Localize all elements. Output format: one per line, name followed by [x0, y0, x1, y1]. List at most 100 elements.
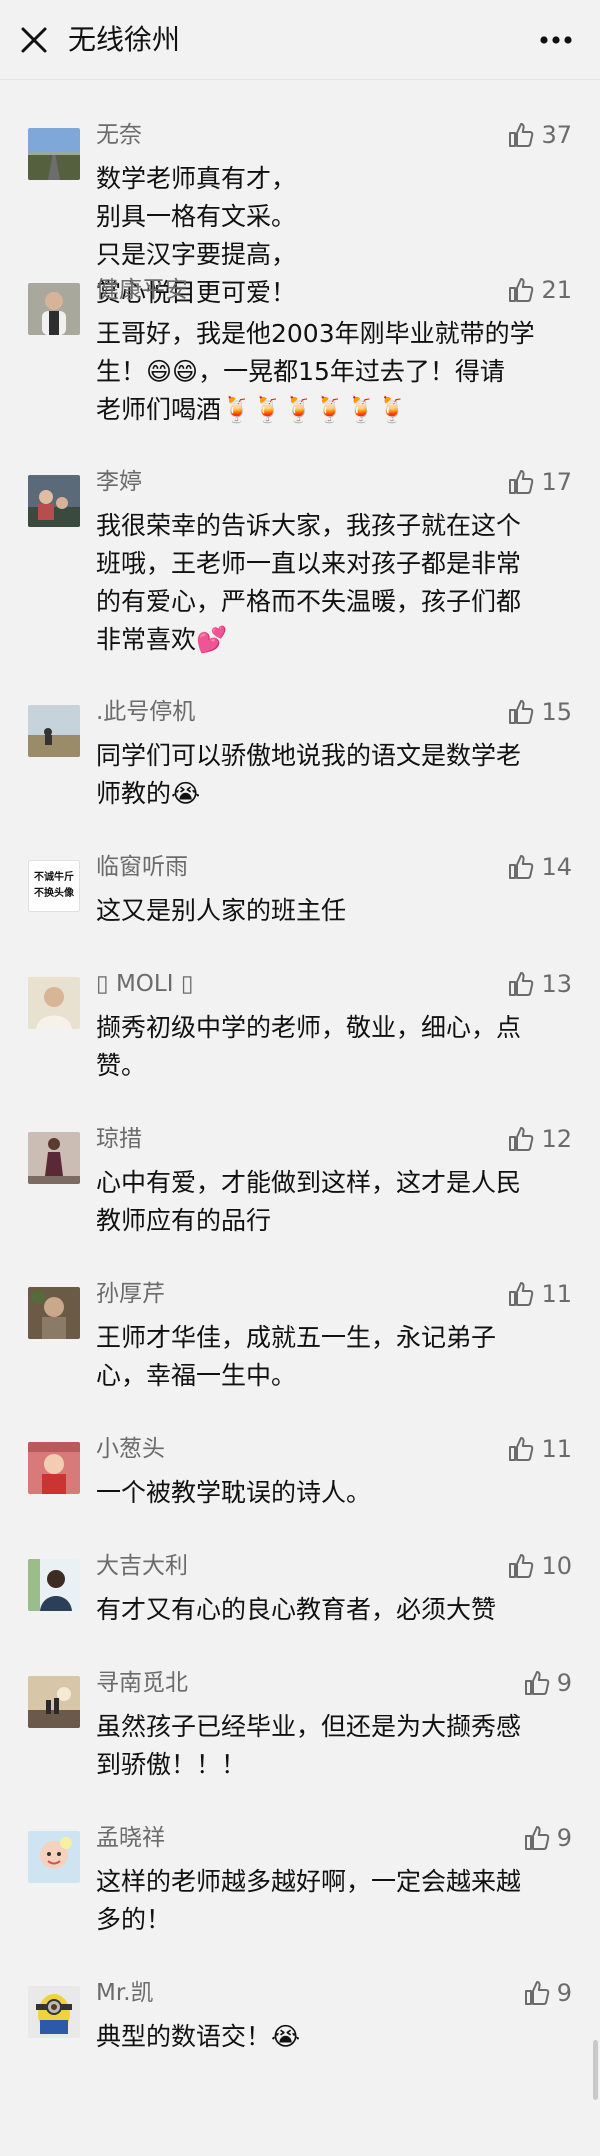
like-button[interactable]: 9 [523, 1823, 572, 1853]
comment-line: 心，幸福一生中。 [96, 1361, 297, 1390]
avatar[interactable] [28, 705, 80, 757]
comment-line: 撷秀初级中学的老师，敬业，细心，点 [96, 1013, 522, 1042]
commenter-name[interactable]: 孟晓祥 [96, 1823, 165, 1853]
commenter-name[interactable]: 孙厚芹 [96, 1279, 165, 1309]
comment-item: 大吉大利 10 有才又有心的良心教育者，必须大赞 [0, 1511, 600, 1628]
like-count: 9 [556, 1824, 572, 1852]
comment-line: 我很荣幸的告诉大家，我孩子就在这个 [96, 511, 522, 540]
comment-item: ▯ MOLI ▯ 13 撷秀初级中学的老师，敬业，细心，点 赞。 [0, 929, 600, 1084]
thumbs-up-icon [524, 1671, 550, 1695]
avatar[interactable] [28, 1676, 80, 1728]
thumbs-up-icon [524, 1981, 550, 2005]
commenter-name[interactable]: .此号停机 [96, 697, 195, 727]
comment-line: 王哥好，我是他2003年刚毕业就带的学 [96, 319, 535, 348]
comment-line: 生！😄😄，一晃都15年过去了！得请 [96, 357, 505, 386]
more-button[interactable] [538, 28, 574, 52]
commenter-name[interactable]: ▯ MOLI ▯ [96, 969, 193, 999]
like-count: 37 [541, 121, 572, 149]
comment-item: Mr.凯 9 典型的数语交！😭 [0, 1938, 600, 2055]
comment-line: 到骄傲！！！ [96, 1750, 247, 1779]
avatar[interactable] [28, 128, 80, 180]
like-button[interactable]: 9 [523, 1978, 572, 2008]
comment-line: 赞。 [96, 1051, 147, 1080]
avatar[interactable] [28, 1986, 80, 2038]
comment-item: 寻南觅北 9 虽然孩子已经毕业，但还是为大撷秀感 到骄傲！！！ [0, 1628, 600, 1783]
comment-text: 王哥好，我是他2003年刚毕业就带的学 生！😄😄，一晃都15年过去了！得请 老师们喝… [96, 315, 572, 429]
thumbs-up-icon [509, 123, 534, 147]
like-button[interactable]: 21 [507, 275, 572, 305]
like-button[interactable]: 15 [507, 697, 572, 727]
comment-line: 同学们可以骄傲地说我的语文是数学老 [96, 741, 522, 770]
close-button[interactable] [18, 24, 50, 56]
commenter-name[interactable]: 临窗听雨 [96, 852, 188, 882]
comment-item: 李婷 17 我很荣幸的告诉大家，我孩子就在这个 班哦，王老师一直以来对孩子都是非常 的有… [0, 427, 600, 657]
thumbs-up-icon [524, 1826, 550, 1850]
avatar[interactable] [28, 283, 80, 335]
comment-line: 师教的😭 [96, 779, 201, 808]
like-button[interactable]: 9 [523, 1668, 572, 1698]
like-button[interactable]: 12 [507, 1124, 572, 1154]
avatar[interactable] [28, 1831, 80, 1883]
like-count: 9 [556, 1669, 572, 1697]
comment-item: .此号停机 15 同学们可以骄傲地说我的语文是数学老 师教的😭 [0, 657, 600, 812]
scrollbar[interactable] [593, 2040, 598, 2100]
comment-item: 不诚牛斤 不换头像 临窗听雨 14 这又是别人家的班主任 [0, 812, 600, 929]
comment-text: 一个被教学耽误的诗人。 [96, 1474, 572, 1512]
like-count: 11 [541, 1435, 572, 1463]
comment-list: 无奈 37 数学老师真有才， 别具一格有文采。 只是汉字要提高， 赏心悦目更可爱！ 健康平安… [0, 80, 600, 2055]
comment-line: 非常喜欢💕 [96, 625, 228, 654]
commenter-name[interactable]: Mr.凯 [96, 1978, 154, 2008]
thumbs-up-icon [509, 1437, 534, 1461]
like-button[interactable]: 37 [507, 120, 572, 150]
comment-item: 健康平安 21 王哥好，我是他2003年刚毕业就带的学 生！😄😄，一晃都15年过去了！… [0, 235, 600, 427]
comment-line: 老师们喝酒🍹🍹🍹🍹🍹🍹 [96, 395, 408, 424]
like-button[interactable]: 10 [507, 1551, 572, 1581]
commenter-name[interactable]: 大吉大利 [96, 1551, 188, 1581]
commenter-name[interactable]: 无奈 [96, 120, 142, 150]
comment-item: 小葱头 11 一个被教学耽误的诗人。 [0, 1394, 600, 1511]
comment-line: 的有爱心，严格而不失温暖，孩子们都 [96, 587, 522, 616]
commenter-name[interactable]: 李婷 [96, 467, 142, 497]
top-bar: 无线徐州 [0, 0, 600, 80]
avatar[interactable] [28, 1132, 80, 1184]
comment-line: 心中有爱，才能做到这样，这才是人民 [96, 1168, 522, 1197]
like-button[interactable]: 13 [507, 969, 572, 999]
like-button[interactable]: 11 [507, 1434, 572, 1464]
commenter-name[interactable]: 琼措 [96, 1124, 142, 1154]
comment-text: 我很荣幸的告诉大家，我孩子就在这个 班哦，王老师一直以来对孩子都是非常 的有爱心，严… [96, 507, 572, 659]
comment-item: 孙厚芹 11 王师才华佳，成就五一生，永记弟子 心，幸福一生中。 [0, 1239, 600, 1394]
avatar[interactable] [28, 1287, 80, 1339]
comment-line: 虽然孩子已经毕业，但还是为大撷秀感 [96, 1712, 522, 1741]
comment-text: 撷秀初级中学的老师，敬业，细心，点 赞。 [96, 1009, 572, 1085]
comment-line: 这样的老师越多越好啊，一定会越来越 [96, 1867, 522, 1896]
commenter-name[interactable]: 小葱头 [96, 1434, 165, 1464]
thumbs-up-icon [509, 972, 534, 996]
commenter-name[interactable]: 寻南觅北 [96, 1668, 188, 1698]
comment-item: 琼措 12 心中有爱，才能做到这样，这才是人民 教师应有的品行 [0, 1084, 600, 1239]
avatar[interactable] [28, 1442, 80, 1494]
avatar[interactable] [28, 977, 80, 1029]
thumbs-up-icon [509, 855, 534, 879]
like-button[interactable]: 17 [507, 467, 572, 497]
avatar[interactable] [28, 475, 80, 527]
like-button[interactable]: 11 [507, 1279, 572, 1309]
like-count: 9 [556, 1979, 572, 2007]
thumbs-up-icon [509, 700, 534, 724]
comment-text: 这样的老师越多越好啊，一定会越来越 多的！ [96, 1863, 572, 1939]
avatar[interactable]: 不诚牛斤 不换头像 [28, 860, 80, 912]
comment-item: 孟晓祥 9 这样的老师越多越好啊，一定会越来越 多的！ [0, 1783, 600, 1938]
comment-line: 典型的数语交！😭 [96, 2022, 301, 2051]
like-count: 11 [541, 1280, 572, 1308]
more-icon [540, 36, 572, 44]
like-count: 15 [541, 698, 572, 726]
avatar[interactable] [28, 1559, 80, 1611]
comment-text: 典型的数语交！😭 [96, 2018, 572, 2056]
comment-text: 这又是别人家的班主任 [96, 892, 572, 930]
commenter-name[interactable]: 健康平安 [96, 275, 188, 305]
thumbs-up-icon [509, 470, 534, 494]
comment-item: 无奈 37 数学老师真有才， 别具一格有文采。 只是汉字要提高， 赏心悦目更可爱！ [0, 80, 600, 307]
like-button[interactable]: 14 [507, 852, 572, 882]
comment-text: 有才又有心的良心教育者，必须大赞 [96, 1591, 572, 1629]
comment-line: 数学老师真有才， [96, 164, 297, 193]
like-count: 10 [541, 1552, 572, 1580]
